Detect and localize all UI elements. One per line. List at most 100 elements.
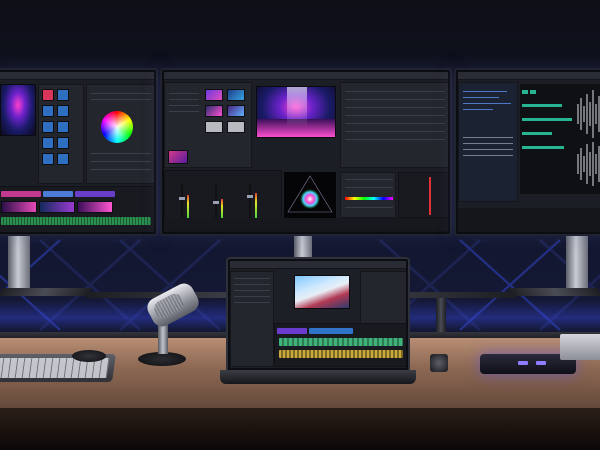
- code-line: [463, 91, 507, 92]
- param-row: [91, 161, 151, 162]
- microphone-base: [138, 352, 186, 366]
- panel-row: [234, 284, 270, 285]
- desk-front-edge: [0, 408, 600, 450]
- effect-tile[interactable]: [42, 105, 54, 117]
- center-monitor-stand: [294, 234, 312, 258]
- timeline-clip[interactable]: [279, 338, 403, 346]
- effect-tile[interactable]: [42, 153, 54, 165]
- timeline-clip[interactable]: [75, 191, 115, 197]
- laptop-screen: [226, 257, 410, 372]
- effect-tile[interactable]: [57, 121, 69, 133]
- storage-box: [560, 334, 600, 360]
- laptop-left-panel: [230, 271, 274, 367]
- effect-tile[interactable]: [42, 121, 54, 133]
- inspector-row: [345, 99, 445, 100]
- code-line: [463, 103, 511, 104]
- timeline-clip[interactable]: [1, 191, 41, 197]
- color-wheel[interactable]: [101, 111, 133, 143]
- audio-track[interactable]: [1, 217, 151, 225]
- panel-row: [234, 278, 270, 279]
- right-menubar: [458, 72, 600, 80]
- center-monitor-screen: [164, 72, 448, 232]
- bin-row: [169, 93, 199, 94]
- panel-row: [234, 302, 270, 303]
- left-monitor: [0, 68, 158, 236]
- laptop-display: [230, 261, 406, 368]
- effect-tile[interactable]: [57, 89, 69, 101]
- code-line: [463, 137, 513, 138]
- panel-row: [234, 296, 270, 297]
- center-menubar: [164, 72, 448, 80]
- center-monitor: [160, 68, 452, 236]
- effect-tile[interactable]: [57, 105, 69, 117]
- grade-row: [345, 207, 393, 208]
- color-grade-panel: [340, 172, 396, 218]
- code-line: [463, 143, 513, 144]
- right-monitor-stand: [566, 234, 588, 290]
- media-thumbnail[interactable]: [205, 89, 223, 101]
- param-row: [91, 93, 151, 94]
- left-color-panel: [86, 84, 154, 184]
- center-toolbar: [164, 218, 448, 232]
- timeline-clip[interactable]: [277, 328, 307, 334]
- waveform-scope: [398, 172, 448, 218]
- timeline-clip[interactable]: [279, 350, 403, 358]
- vectorscope: [284, 172, 336, 218]
- code-line: [463, 149, 513, 150]
- laptop-keyboard-deck: [220, 370, 416, 384]
- param-row: [91, 169, 151, 170]
- workstation-scene: [0, 0, 600, 450]
- laptop-timeline: [274, 323, 406, 367]
- left-menubar: [0, 72, 154, 80]
- audio-waveform: [520, 84, 600, 194]
- media-thumbnail[interactable]: [227, 121, 245, 133]
- right-stand-foot: [507, 288, 600, 296]
- audio-fader[interactable]: [213, 183, 219, 223]
- audio-fader[interactable]: [179, 183, 185, 223]
- timeline-thumbnail[interactable]: [39, 201, 75, 213]
- param-row: [91, 99, 151, 100]
- code-line: [463, 155, 513, 156]
- stage-beam: [287, 87, 307, 127]
- mouse-icon: [72, 350, 106, 362]
- effect-tile[interactable]: [57, 153, 69, 165]
- left-monitor-screen: [0, 72, 154, 232]
- inspector-row: [345, 131, 445, 132]
- left-stand-foot: [0, 288, 93, 296]
- code-line: [463, 97, 499, 98]
- laptop-right-panel: [360, 271, 406, 331]
- right-monitor-screen: [458, 72, 600, 232]
- inspector-row: [345, 123, 445, 124]
- right-statusbar: [458, 208, 600, 232]
- media-thumbnail[interactable]: [227, 89, 245, 101]
- audio-fader[interactable]: [247, 183, 253, 223]
- media-thumbnail[interactable]: [205, 121, 223, 133]
- laptop-menubar: [230, 261, 406, 269]
- source-clip-thumbnail[interactable]: [168, 150, 188, 164]
- timeline-thumbnail[interactable]: [77, 201, 113, 213]
- effect-tile-red[interactable]: [42, 89, 54, 101]
- inspector-panel: [340, 82, 448, 168]
- media-thumbnail[interactable]: [227, 105, 245, 117]
- left-timeline: [0, 186, 154, 232]
- program-monitor-video: [256, 86, 336, 138]
- code-line: [463, 109, 493, 110]
- right-monitor: [454, 68, 600, 236]
- bin-row: [169, 111, 199, 112]
- bin-row: [169, 105, 199, 106]
- timeline-clip[interactable]: [309, 328, 353, 334]
- left-effects-panel: [38, 84, 84, 184]
- effect-tile[interactable]: [42, 137, 54, 149]
- effect-tile[interactable]: [57, 137, 69, 149]
- hue-bar[interactable]: [345, 197, 393, 200]
- grade-row: [345, 179, 393, 180]
- red-trace: [429, 177, 431, 215]
- timeline-clip[interactable]: [43, 191, 73, 197]
- left-monitor-stand: [8, 234, 30, 290]
- usb-hub: [430, 354, 448, 372]
- media-thumbnail[interactable]: [205, 105, 223, 117]
- param-row: [91, 153, 151, 154]
- timeline-thumbnail[interactable]: [1, 201, 37, 213]
- inspector-row: [345, 115, 445, 116]
- grade-row: [345, 187, 393, 188]
